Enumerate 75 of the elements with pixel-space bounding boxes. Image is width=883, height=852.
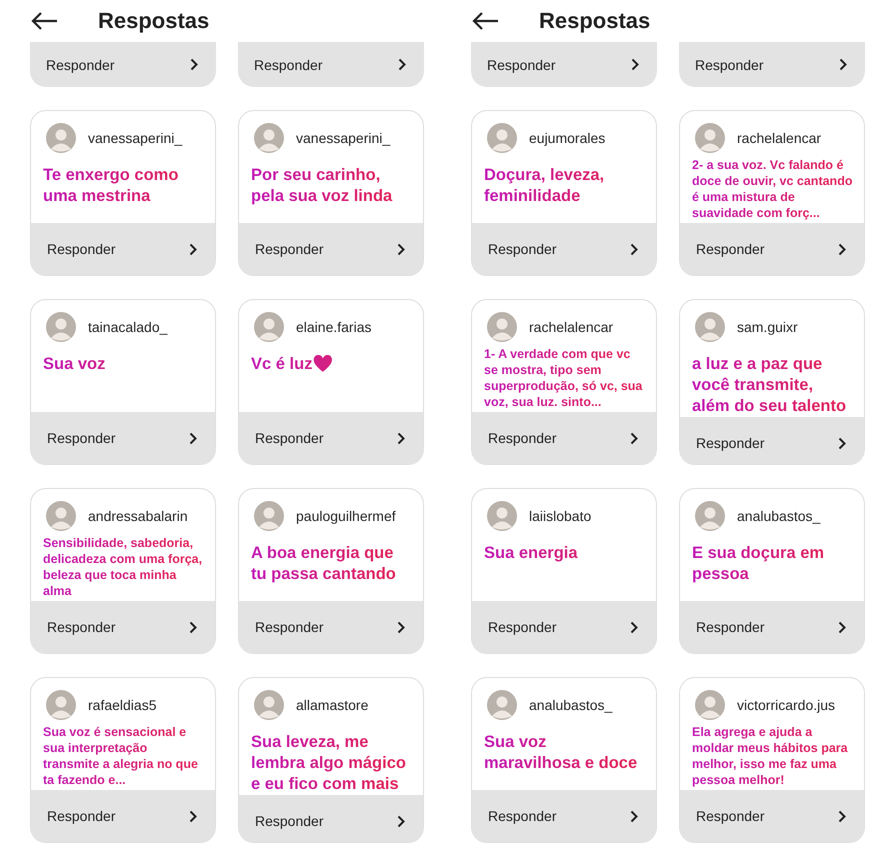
reply-button[interactable]: Responder [31, 412, 215, 464]
reply-button[interactable]: Responder [238, 42, 424, 87]
avatar-icon [487, 312, 517, 342]
chevron-right-icon [190, 58, 198, 71]
username: andressabalarin [88, 508, 188, 524]
chevron-right-icon [630, 432, 638, 444]
chevron-right-icon [838, 436, 846, 450]
reply-button[interactable]: Responder [680, 417, 864, 464]
chevron-right-icon [630, 810, 638, 822]
avatar-icon [254, 123, 284, 153]
reply-button[interactable]: Responder [239, 223, 423, 275]
chevron-right-icon [397, 432, 405, 444]
username: tainacalado_ [88, 319, 168, 335]
avatar-icon [487, 501, 517, 531]
avatar-icon [254, 312, 284, 342]
chevron-right-icon [397, 814, 405, 828]
avatar-icon [695, 123, 725, 153]
username: allamastore [296, 697, 368, 713]
reply-button[interactable]: Responder [472, 790, 656, 842]
reply-button[interactable]: Responder [472, 223, 656, 275]
reply-button[interactable]: Responder [239, 412, 423, 464]
reply-button[interactable]: Responder [472, 601, 656, 653]
reply-button[interactable]: Responder [31, 601, 215, 653]
username: vanessaperini_ [296, 130, 390, 146]
username: pauloguilhermef [296, 508, 396, 524]
chevron-right-icon [189, 810, 197, 822]
reply-button[interactable]: Responder [680, 601, 864, 653]
avatar-icon [487, 123, 517, 153]
username: rafaeldias5 [88, 697, 156, 713]
avatar-icon [46, 123, 76, 153]
avatar-icon [46, 690, 76, 720]
chevron-right-icon [839, 58, 847, 71]
username: sam.guixr [737, 319, 798, 335]
reply-button[interactable]: Responder [31, 223, 215, 275]
username: rachelalencar [529, 319, 614, 335]
reply-button[interactable]: Responder [472, 412, 656, 464]
username: analubastos_ [737, 508, 820, 524]
chevron-right-icon [630, 620, 638, 634]
reply-message: 2- a sua voz. Vc falando é doce de ouvir, vc cantando é uma mistura de suavidade com forç... [692, 157, 854, 221]
chevron-right-icon [630, 242, 638, 256]
chevron-right-icon [189, 242, 197, 256]
reply-button[interactable]: Responder [31, 790, 215, 842]
reply-button[interactable]: Responder [679, 42, 865, 87]
username: eujumorales [529, 130, 606, 146]
chevron-right-icon [838, 242, 846, 256]
chevron-right-icon [838, 810, 846, 822]
avatar-icon [695, 501, 725, 531]
avatar-icon [254, 690, 284, 720]
chevron-right-icon [398, 58, 406, 71]
reply-button[interactable]: Responder [680, 790, 864, 842]
username: laiislobato [529, 508, 592, 524]
username: rachelalencar [737, 130, 822, 146]
chevron-right-icon [397, 242, 405, 256]
page-title: Respostas [539, 8, 650, 34]
reply-button[interactable]: Responder [30, 42, 216, 87]
username: analubastos_ [529, 697, 612, 713]
avatar-icon [487, 690, 517, 720]
chevron-right-icon [838, 620, 846, 634]
reply-button[interactable]: Responder [471, 42, 657, 87]
avatar-icon [695, 690, 725, 720]
username: victorricardo.jus [737, 697, 836, 713]
avatar-icon [46, 501, 76, 531]
username: elaine.farias [296, 319, 372, 335]
reply-button[interactable]: Responder [239, 795, 423, 842]
avatar-icon [46, 312, 76, 342]
page-title: Respostas [98, 8, 210, 34]
username: vanessaperini_ [88, 130, 182, 146]
chevron-right-icon [189, 620, 197, 634]
chevron-right-icon [397, 620, 405, 634]
chevron-right-icon [189, 432, 197, 444]
avatar-icon [695, 312, 725, 342]
reply-button[interactable]: Responder [680, 223, 864, 275]
avatar-icon [254, 501, 284, 531]
reply-button[interactable]: Responder [239, 601, 423, 653]
chevron-right-icon [631, 58, 639, 71]
